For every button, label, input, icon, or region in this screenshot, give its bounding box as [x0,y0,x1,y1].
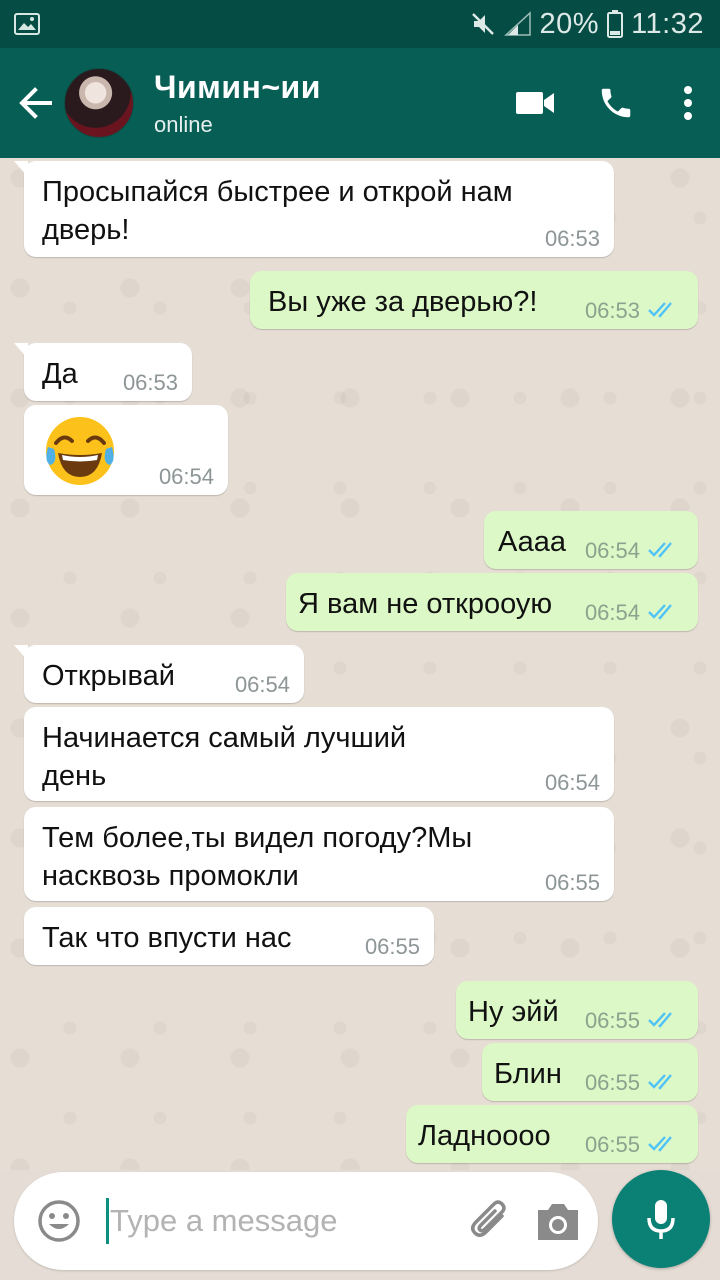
message-text: Я вам не открооую [298,588,553,620]
message-text: Блин [494,1058,562,1090]
voice-call-button[interactable] [576,48,656,158]
clock: 11:32 [631,7,704,40]
camera-icon[interactable] [534,1198,582,1244]
message-time: 06:54 [584,538,640,563]
outgoing-message[interactable]: Ладноооо 06:55 [406,1105,698,1163]
outgoing-message[interactable]: Ну эйй 06:55 [456,981,698,1039]
message-time: 06:54 [234,672,290,697]
outgoing-message[interactable]: Вы уже за дверью?! 06:53 [250,271,698,329]
message-time: 06:53 [122,370,178,395]
outgoing-message[interactable]: Блин 06:55 [482,1043,698,1101]
message-time: 06:54 [158,464,214,489]
voice-call-icon [601,88,631,118]
back-button[interactable] [8,48,64,158]
read-receipt-icon [648,1136,672,1152]
message-text: Аааа [498,526,567,558]
contact-status: online [154,111,213,137]
message-text: Начинается самый лучший день [42,722,407,792]
message-text: Вы уже за дверью?! [268,286,538,318]
message-time: 06:53 [544,226,600,251]
video-call-icon [516,92,554,114]
battery-icon [607,10,624,38]
message-list[interactable]: Просыпайся быстрее и открой нам дверь! 0… [0,158,720,1170]
incoming-message[interactable]: Да 06:53 [14,343,192,401]
read-receipt-icon [648,302,672,318]
incoming-emoji-message[interactable]: 06:54 [24,405,228,495]
contact-info[interactable]: Чимин~ии online [154,69,496,138]
message-time: 06:55 [584,1008,640,1033]
mute-icon [471,13,494,35]
more-options-icon [684,86,692,120]
bubble-tail [14,645,28,661]
battery-percent: 20% [539,7,600,40]
incoming-message[interactable]: Открывай 06:54 [14,645,304,703]
incoming-message[interactable]: Тем более,ты видел погоду?Мы насквозь пр… [24,807,614,901]
bubble-tail [14,161,28,177]
message-text: Да [42,358,78,390]
back-arrow-icon [19,87,52,119]
outgoing-message[interactable]: Аааа 06:54 [484,511,698,569]
emoji-button-icon[interactable] [36,1198,82,1244]
message-text: Открывай [42,660,175,692]
message-time: 06:55 [584,1132,640,1157]
outgoing-message[interactable]: Я вам не открооую 06:54 [286,573,698,631]
bubble-tail [14,343,28,359]
read-receipt-icon [648,1074,672,1090]
chat-header: Чимин~ии online [0,48,720,158]
text-cursor [106,1198,109,1244]
microphone-icon [647,1200,675,1239]
read-receipt-icon [648,1012,672,1028]
attach-icon[interactable] [466,1196,516,1246]
message-input[interactable] [110,1196,450,1246]
signal-icon [503,11,531,36]
message-time: 06:55 [364,934,420,959]
message-time: 06:54 [584,600,640,625]
message-text: Просыпайся быстрее и открой нам дверь! [42,176,513,246]
message-time: 06:54 [544,770,600,795]
read-receipt-icon [648,604,672,620]
status-bar: 20% 11:32 [0,0,720,48]
message-text: Ладноооо [418,1120,551,1152]
video-call-button[interactable] [496,48,576,158]
message-text: Так что впусти нас [42,922,292,954]
voice-record-button[interactable] [612,1170,710,1268]
message-text: Тем более,ты видел погоду?Мы насквозь пр… [42,822,473,892]
message-time: 06:53 [584,298,640,323]
message-text: Ну эйй [468,996,559,1028]
incoming-message[interactable]: Так что впусти нас 06:55 [24,907,434,965]
contact-name: Чимин~ии [154,68,321,105]
face-with-tears-of-joy-icon [46,417,114,485]
contact-avatar[interactable] [64,68,134,138]
message-composer [14,1172,598,1270]
gallery-notification-icon [14,13,40,35]
more-options-button[interactable] [656,48,720,158]
message-time: 06:55 [544,870,600,895]
incoming-message[interactable]: Начинается самый лучший день 06:54 [24,707,614,801]
message-time: 06:55 [584,1070,640,1095]
read-receipt-icon [648,542,672,558]
incoming-message[interactable]: Просыпайся быстрее и открой нам дверь! 0… [14,161,614,257]
